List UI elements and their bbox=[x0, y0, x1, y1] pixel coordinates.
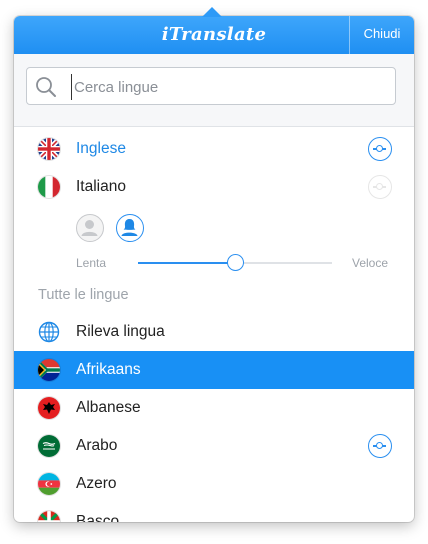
female-voice-icon[interactable] bbox=[116, 214, 144, 242]
language-item-afrikaans[interactable]: Afrikaans bbox=[14, 351, 414, 389]
uk-flag-icon bbox=[38, 138, 60, 160]
search-box[interactable] bbox=[26, 67, 396, 105]
globe-icon bbox=[38, 321, 60, 343]
language-item-arabic[interactable]: Arabo bbox=[14, 427, 414, 465]
language-label: Albanese bbox=[76, 399, 141, 416]
speed-slider-fill bbox=[138, 262, 235, 264]
voice-toggle-icon[interactable] bbox=[368, 175, 392, 199]
recent-language-english[interactable]: Inglese bbox=[14, 130, 414, 168]
search-icon bbox=[36, 77, 56, 97]
voice-toggle-icon[interactable] bbox=[368, 137, 392, 161]
language-label: Italiano bbox=[76, 178, 126, 195]
language-label: Afrikaans bbox=[76, 361, 141, 378]
close-button[interactable]: Chiudi bbox=[349, 16, 414, 54]
speed-slow-label: Lenta bbox=[76, 256, 107, 270]
header-bar: iTranslate Chiudi bbox=[14, 16, 414, 54]
language-item-basque[interactable]: Basco bbox=[14, 503, 414, 522]
speed-fast-label: Veloce bbox=[352, 256, 389, 270]
language-label: Rileva lingua bbox=[76, 323, 165, 340]
italy-flag-icon bbox=[38, 176, 60, 198]
recent-language-italian[interactable]: Italiano bbox=[14, 168, 414, 206]
speed-control: Lenta Veloce bbox=[14, 250, 414, 276]
detect-language-item[interactable]: Rileva lingua bbox=[14, 313, 414, 351]
search-bar bbox=[14, 54, 414, 127]
language-item-albanian[interactable]: Albanese bbox=[14, 389, 414, 427]
male-voice-icon[interactable] bbox=[76, 214, 104, 242]
basque-flag-icon bbox=[38, 511, 60, 522]
search-input[interactable] bbox=[71, 74, 386, 100]
voice-toggle-icon[interactable] bbox=[368, 434, 392, 458]
language-label: Basco bbox=[76, 513, 120, 522]
language-popover: iTranslate Chiudi Ing bbox=[14, 16, 414, 522]
language-item-azerbaijani[interactable]: Azero bbox=[14, 465, 414, 503]
language-label: Arabo bbox=[76, 437, 118, 454]
saudi-arabia-flag-icon bbox=[38, 435, 60, 457]
south-africa-flag-icon bbox=[38, 359, 60, 381]
speed-slider-track[interactable] bbox=[138, 254, 332, 271]
all-languages-heading: Tutte le lingue bbox=[38, 287, 129, 303]
language-label: Azero bbox=[76, 475, 117, 492]
albania-flag-icon bbox=[38, 397, 60, 419]
speed-slider-thumb[interactable] bbox=[227, 254, 244, 271]
azerbaijan-flag-icon bbox=[38, 473, 60, 495]
popover-arrow bbox=[202, 7, 222, 17]
language-label: Inglese bbox=[76, 140, 126, 157]
